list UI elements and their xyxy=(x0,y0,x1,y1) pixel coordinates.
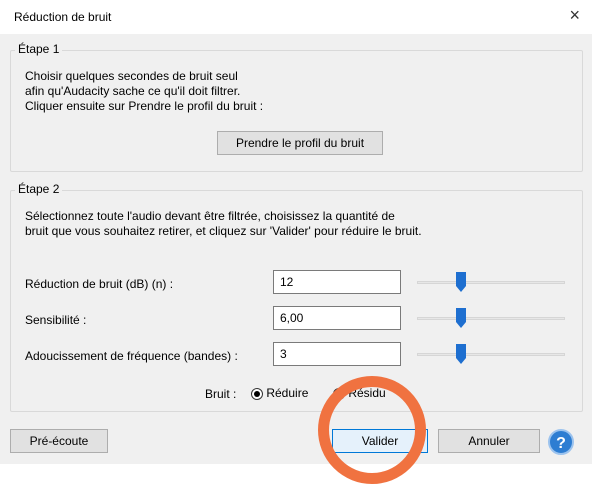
sensitivity-field[interactable]: 6,00 xyxy=(273,306,401,330)
noise-mode-label: Bruit : xyxy=(205,387,237,401)
radio-residue-indicator[interactable] xyxy=(333,387,345,400)
noise-reduction-field[interactable]: 12 xyxy=(273,270,401,294)
radio-reduce-indicator[interactable] xyxy=(251,387,263,400)
frequency-smoothing-field[interactable]: 3 xyxy=(273,342,401,366)
step2-line-1: Sélectionnez toute l'audio devant être f… xyxy=(25,209,395,223)
step2-group: Étape 2 Sélectionnez toute l'audio devan… xyxy=(10,182,583,412)
radio-residue[interactable]: Résidu xyxy=(333,386,386,400)
step1-legend: Étape 1 xyxy=(15,42,63,56)
slider-track xyxy=(417,281,565,284)
step1-line-1: Choisir quelques secondes de bruit seul xyxy=(25,69,238,83)
slider-thumb[interactable] xyxy=(456,308,466,328)
get-noise-profile-button[interactable]: Prendre le profil du bruit xyxy=(217,131,383,155)
close-icon[interactable]: × xyxy=(569,6,580,24)
radio-reduce[interactable]: Réduire xyxy=(251,386,308,400)
sensitivity-slider[interactable] xyxy=(417,308,565,328)
radio-reduce-label: Réduire xyxy=(266,386,309,400)
frequency-smoothing-label: Adoucissement de fréquence (bandes) : xyxy=(25,349,238,363)
step2-legend: Étape 2 xyxy=(15,182,63,196)
slider-track xyxy=(417,353,565,356)
preview-button[interactable]: Pré-écoute xyxy=(10,429,108,453)
slider-track xyxy=(417,317,565,320)
step2-line-2: bruit que vous souhaitez retirer, et cli… xyxy=(25,224,422,238)
title-bar: Réduction de bruit × xyxy=(0,0,592,34)
frequency-smoothing-slider[interactable] xyxy=(417,344,565,364)
noise-reduction-slider[interactable] xyxy=(417,272,565,292)
step1-line-2: afin qu'Audacity sache ce qu'il doit fil… xyxy=(25,84,241,98)
step1-line-3: Cliquer ensuite sur Prendre le profil du… xyxy=(25,99,264,113)
ok-button[interactable]: Valider xyxy=(332,429,428,453)
slider-thumb[interactable] xyxy=(456,344,466,364)
noise-reduction-label: Réduction de bruit (dB) (n) : xyxy=(25,277,174,291)
sensitivity-label: Sensibilité : xyxy=(25,313,87,327)
radio-residue-label: Résidu xyxy=(348,386,386,400)
dialog-body: Étape 1 Choisir quelques secondes de bru… xyxy=(0,34,592,464)
cancel-button[interactable]: Annuler xyxy=(438,429,540,453)
slider-thumb[interactable] xyxy=(456,272,466,292)
window-title: Réduction de bruit xyxy=(14,10,112,24)
step1-group: Étape 1 Choisir quelques secondes de bru… xyxy=(10,42,583,172)
help-icon[interactable]: ? xyxy=(548,429,574,455)
